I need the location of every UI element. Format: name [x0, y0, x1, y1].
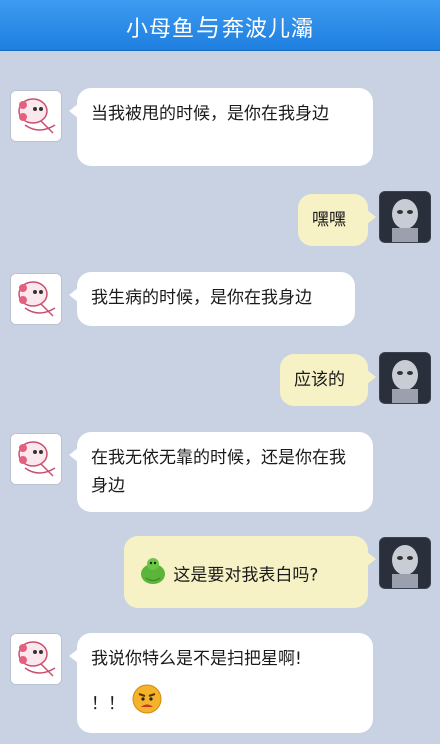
title-right: 奔波儿灞 [222, 16, 315, 42]
pink-cartoon-avatar-icon[interactable] [10, 433, 62, 485]
title-left: 小母鱼 [125, 16, 195, 42]
robot-mask-avatar-icon[interactable] [379, 191, 431, 243]
chat-header: 小母鱼与奔波儿灞 [0, 0, 440, 51]
green-blob-emoji-icon [138, 556, 168, 595]
message-bubble[interactable]: 这是要对我表白吗? [124, 536, 376, 608]
message-bubble[interactable]: 嘿嘿 [298, 194, 376, 246]
message-text: 应该的 [294, 370, 345, 390]
chat-title: 小母鱼与奔波儿灞 [126, 8, 314, 43]
message-text: 当我被甩的时候，是你在我身边 [91, 104, 329, 124]
message-text: 嘿嘿 [312, 210, 346, 230]
angry-face-emoji-icon [131, 683, 163, 724]
message-bubble[interactable]: 我说你特么是不是扫把星啊! ！！ [69, 633, 373, 733]
pink-cartoon-avatar-icon[interactable] [10, 90, 62, 142]
message-bubble[interactable]: 我生病的时候，是你在我身边 [69, 272, 355, 326]
message-bubble[interactable]: 在我无依无靠的时候，还是你在我身边 [69, 432, 373, 512]
robot-mask-avatar-icon[interactable] [379, 537, 431, 589]
message-bubble[interactable]: 应该的 [280, 354, 376, 406]
title-separator: 与 [196, 13, 221, 42]
pink-cartoon-avatar-icon[interactable] [10, 633, 62, 685]
message-text: 我生病的时候，是你在我身边 [91, 288, 312, 308]
message-text-suffix: ！！ [91, 693, 125, 714]
message-text: 这是要对我表白吗? [173, 565, 319, 586]
robot-mask-avatar-icon[interactable] [379, 352, 431, 404]
message-text: 我说你特么是不是扫把星啊! [91, 649, 302, 669]
pink-cartoon-avatar-icon[interactable] [10, 273, 62, 325]
message-text: 在我无依无靠的时候，还是你在我身边 [91, 448, 346, 496]
message-bubble[interactable]: 当我被甩的时候，是你在我身边 [69, 88, 373, 166]
